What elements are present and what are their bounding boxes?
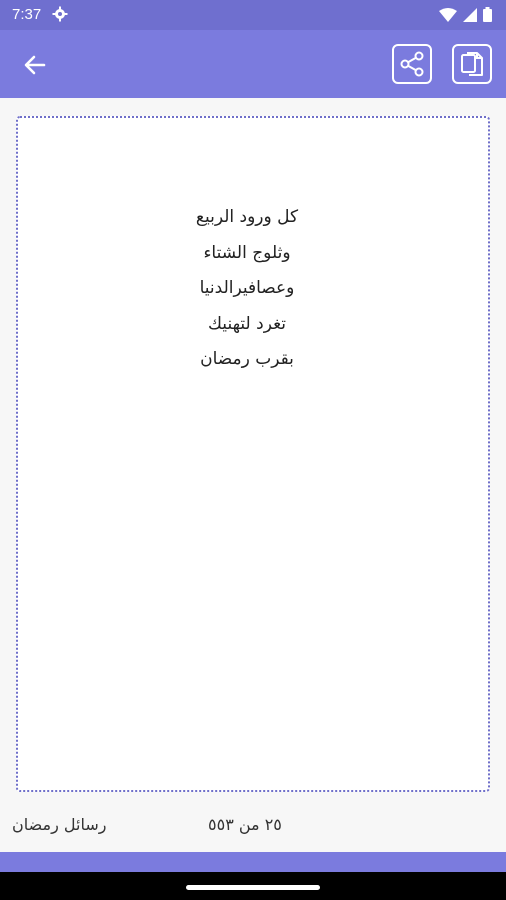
message-line: بقرب رمضان: [200, 349, 294, 369]
share-button[interactable]: [392, 44, 432, 84]
battery-icon: [483, 7, 492, 26]
copy-icon: [461, 52, 483, 76]
message-line: وعصافيرالدنيا: [199, 278, 295, 298]
back-button[interactable]: [18, 48, 52, 82]
bottom-accent-bar: [0, 852, 506, 872]
home-gesture-handle[interactable]: [186, 885, 320, 890]
message-line: وثلوج الشتاء: [203, 242, 291, 263]
wifi-icon: [439, 7, 457, 26]
message-text: كل ورود الربيع وثلوج الشتاء وعصافيرالدني…: [18, 200, 488, 378]
status-icons: [439, 7, 492, 26]
message-line: كل ورود الربيع: [195, 207, 299, 227]
message-line: تغرد لتهنيك: [207, 313, 287, 334]
settings-gear-icon: [52, 6, 68, 22]
status-bar: 7:37: [0, 0, 506, 30]
signal-icon: [463, 7, 477, 26]
copy-button[interactable]: [452, 44, 492, 84]
message-card: كل ورود الربيع وثلوج الشتاء وعصافيرالدني…: [16, 116, 490, 792]
category-label: رسائل رمضان: [12, 815, 107, 834]
status-time: 7:37: [12, 6, 42, 23]
back-arrow-icon: [24, 55, 46, 75]
share-icon: [400, 51, 424, 77]
app-bar: [0, 30, 506, 98]
system-navigation-bar: [0, 872, 506, 900]
message-counter: ٢٥ من ٥٥٣: [208, 815, 282, 834]
